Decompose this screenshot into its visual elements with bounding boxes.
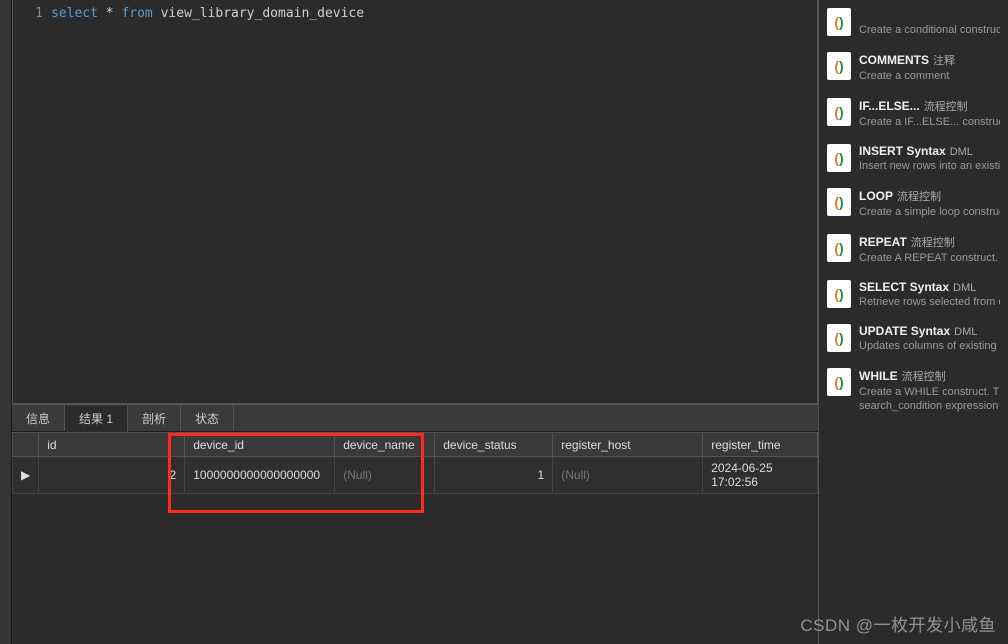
snippet-icon: () [827,368,851,396]
tab-profile[interactable]: 剖析 [128,405,181,431]
snippet-desc: Create a IF...ELSE... construct [859,116,1000,128]
snippet-item[interactable]: () REPEAT流程控制 Create A REPEAT construct. … [819,226,1008,272]
snippet-icon: () [827,234,851,262]
snippet-title: INSERT SyntaxDML [859,144,1000,158]
snippet-item[interactable]: () Create a conditional construct [819,0,1008,44]
snippet-icon: () [827,188,851,216]
snippet-desc: Create a comment [859,70,1000,82]
line-number-gutter: 1 [13,0,51,403]
snippet-desc: Create a conditional construct [859,24,1000,36]
snippet-title: LOOP流程控制 [859,188,1000,204]
snippet-icon: () [827,280,851,308]
snippet-icon: () [827,324,851,352]
snippet-title: SELECT SyntaxDML [859,280,1000,294]
snippet-item[interactable]: () INSERT SyntaxDML Insert new rows into … [819,136,1008,180]
snippet-desc: Create a WHILE construct. The sta [859,386,1000,398]
snippet-item[interactable]: () COMMENTS注释 Create a comment [819,44,1008,90]
snippet-icon: () [827,144,851,172]
result-grid[interactable]: id device_id device_name device_status r… [12,432,818,494]
snippet-desc: Retrieve rows selected from one o [859,296,1000,308]
snippet-item[interactable]: () UPDATE SyntaxDML Updates columns of ex… [819,316,1008,360]
col-register-host[interactable]: register_host [553,433,703,457]
snippet-title [859,8,1000,22]
tab-result-1[interactable]: 结果 1 [65,406,128,432]
snippet-title: COMMENTS注释 [859,52,1000,68]
cell-register-host[interactable]: (Null) [553,457,703,494]
result-tabbar: 信息 结果 1 剖析 状态 [12,404,818,432]
cell-id[interactable]: 2 [39,457,185,494]
sql-editor[interactable]: 1 select * from view_library_domain_devi… [12,0,818,404]
cell-device-id[interactable]: 1000000000000000000 [185,457,335,494]
col-id[interactable]: id [39,433,185,457]
editor-left-margin [0,0,12,644]
table-row[interactable]: ▶ 2 1000000000000000000 (Null) 1 (Null) … [13,457,818,494]
snippet-title: IF...ELSE...流程控制 [859,98,1000,114]
tab-info[interactable]: 信息 [12,405,65,431]
col-device-status[interactable]: device_status [435,433,553,457]
snippets-panel: () Create a conditional construct () COM… [818,0,1008,644]
grid-corner [13,433,39,457]
snippet-title: WHILE流程控制 [859,368,1000,384]
snippet-desc: Updates columns of existing row [859,340,1000,352]
snippet-item[interactable]: () IF...ELSE...流程控制 Create a IF...ELSE...… [819,90,1008,136]
tab-status[interactable]: 状态 [181,405,234,431]
snippet-desc: Create a simple loop construct [859,206,1000,218]
col-register-time[interactable]: register_time [703,433,818,457]
col-device-id[interactable]: device_id [185,433,335,457]
cell-device-status[interactable]: 1 [435,457,553,494]
snippet-desc: Insert new rows into an existing t [859,160,1000,172]
col-device-name[interactable]: device_name [335,433,435,457]
snippet-title: UPDATE SyntaxDML [859,324,1000,338]
snippet-icon: () [827,8,851,36]
snippet-item[interactable]: () LOOP流程控制 Create a simple loop construc… [819,180,1008,226]
snippet-desc: Create A REPEAT construct. The S [859,252,1000,264]
snippet-desc-2: search_condition expression is tru [859,400,1000,412]
grid-header-row: id device_id device_name device_status r… [13,433,818,457]
sql-code[interactable]: select * from view_library_domain_device [51,0,817,403]
snippet-icon: () [827,98,851,126]
snippet-title: REPEAT流程控制 [859,234,1000,250]
cell-register-time[interactable]: 2024-06-25 17:02:56 [703,457,818,494]
row-marker: ▶ [13,457,39,494]
snippet-icon: () [827,52,851,80]
snippet-item[interactable]: () SELECT SyntaxDML Retrieve rows selecte… [819,272,1008,316]
cell-device-name[interactable]: (Null) [335,457,435,494]
snippet-item[interactable]: () WHILE流程控制 Create a WHILE construct. Th… [819,360,1008,420]
